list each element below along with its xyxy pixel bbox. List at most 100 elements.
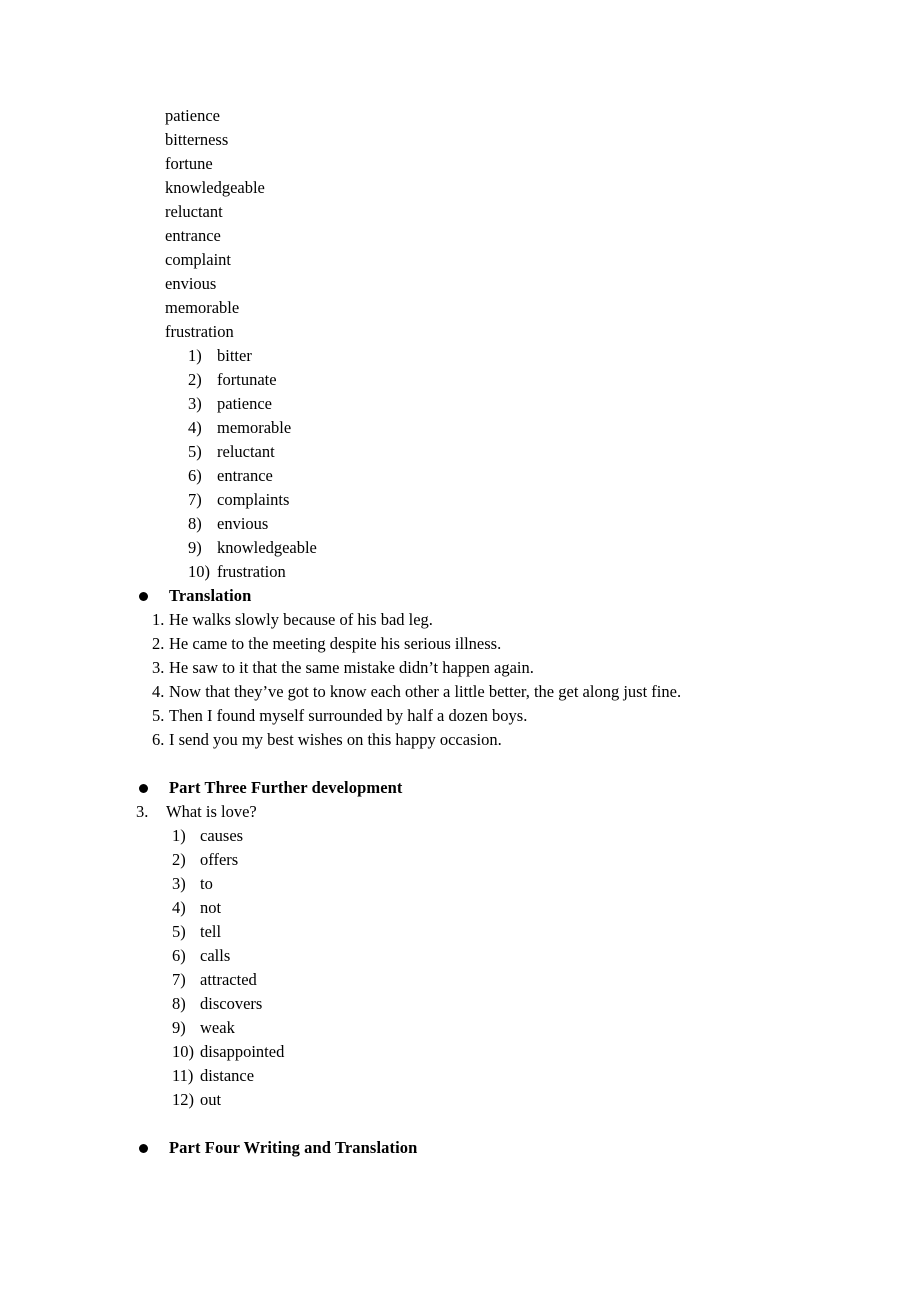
answer-item: 8) envious [0,512,920,536]
answer-marker: 4) [188,418,202,437]
answer-text: reluctant [217,442,275,461]
word-list-text: patience [165,106,220,125]
word-list-item: complaint [0,248,920,272]
translation-item: 4. Now that they’ve got to know each othe… [0,680,920,704]
development-answer-marker: 6) [172,946,186,965]
answer-text: complaints [217,490,290,509]
answer-item: 5) reluctant [0,440,920,464]
word-list-text: entrance [165,226,221,245]
answer-text: envious [217,514,269,533]
development-answer-marker: 2) [172,850,186,869]
development-answer-item: 3) to [0,872,920,896]
translation-text: Now that they’ve got to know each other … [169,682,682,701]
word-list-item: patience [0,104,920,128]
answer-item: 10) frustration [0,560,920,584]
answer-item: 6) entrance [0,464,920,488]
translation-heading-label: Translation [169,586,252,605]
answer-text: frustration [217,562,286,581]
answer-text: fortunate [217,370,277,389]
question-text: What is love? [166,802,257,821]
translation-text: Then I found myself surrounded by half a… [169,706,528,725]
development-answer-marker: 9) [172,1018,186,1037]
answer-item: 4) memorable [0,416,920,440]
answer-marker: 6) [188,466,202,485]
translation-marker: 3. [152,658,165,677]
answer-item: 2) fortunate [0,368,920,392]
development-answer-marker: 8) [172,994,186,1013]
answer-marker: 2) [188,370,202,389]
translation-item: 2. He came to the meeting despite his ser… [0,632,920,656]
development-answer-text: tell [200,922,222,941]
bullet-icon [139,592,148,601]
translation-heading: Translation [0,584,920,608]
bullet-icon [139,1144,148,1153]
development-answer-item: 11) distance [0,1064,920,1088]
translation-item: 6. I send you my best wishes on this happ… [0,728,920,752]
document-body: patience bitterness fortune knowledgeabl… [0,104,920,1160]
answer-marker: 10) [188,562,210,581]
word-list-item: bitterness [0,128,920,152]
development-answer-text: weak [200,1018,235,1037]
word-list-text: envious [165,274,217,293]
part-three-heading-label: Part Three Further development [169,778,403,797]
word-list-item: memorable [0,296,920,320]
development-answer-text: disappointed [200,1042,285,1061]
development-answer-text: out [200,1090,222,1109]
word-list-text: memorable [165,298,240,317]
part-four-heading-label: Part Four Writing and Translation [169,1138,418,1157]
answer-marker: 1) [188,346,202,365]
translation-item: 3. He saw to it that the same mistake did… [0,656,920,680]
answer-item: 9) knowledgeable [0,536,920,560]
word-list-item: entrance [0,224,920,248]
development-answer-item: 2) offers [0,848,920,872]
translation-text: I send you my best wishes on this happy … [169,730,502,749]
development-answer-text: calls [200,946,231,965]
development-answer-item: 6) calls [0,944,920,968]
development-answer-item: 5) tell [0,920,920,944]
development-answer-item: 4) not [0,896,920,920]
answer-text: patience [217,394,272,413]
bullet-icon [139,784,148,793]
development-answer-item: 1) causes [0,824,920,848]
development-answer-marker: 3) [172,874,186,893]
development-answer-item: 10) disappointed [0,1040,920,1064]
word-list-text: fortune [165,154,213,173]
translation-text: He walks slowly because of his bad leg. [169,610,433,629]
development-answer-item: 12) out [0,1088,920,1112]
translation-marker: 4. [152,682,165,701]
answer-marker: 3) [188,394,202,413]
answer-item: 1) bitter [0,344,920,368]
development-answer-marker: 7) [172,970,186,989]
answer-text: memorable [217,418,292,437]
word-list-item: fortune [0,152,920,176]
word-list-item: envious [0,272,920,296]
development-answer-text: not [200,898,222,917]
word-list-item: reluctant [0,200,920,224]
answer-item: 7) complaints [0,488,920,512]
development-answer-item: 7) attracted [0,968,920,992]
word-list-item: knowledgeable [0,176,920,200]
word-list-item: frustration [0,320,920,344]
document-page: patience bitterness fortune knowledgeabl… [0,0,920,1302]
translation-item: 5. Then I found myself surrounded by half… [0,704,920,728]
part-four-heading: Part Four Writing and Translation [0,1136,920,1160]
development-answer-text: to [200,874,213,893]
translation-marker: 1. [152,610,165,629]
answer-text: knowledgeable [217,538,317,557]
question-marker: 3. [136,802,149,821]
part-three-heading: Part Three Further development [0,776,920,800]
development-answer-marker: 5) [172,922,186,941]
development-answer-item: 9) weak [0,1016,920,1040]
answer-marker: 8) [188,514,202,533]
development-answer-marker: 12) [172,1090,194,1109]
development-answer-text: distance [200,1066,255,1085]
translation-marker: 6. [152,730,165,749]
question-item: 3. What is love? [0,800,920,824]
word-list-text: frustration [165,322,234,341]
word-list-text: complaint [165,250,231,269]
development-answer-marker: 1) [172,826,186,845]
translation-item: 1. He walks slowly because of his bad leg… [0,608,920,632]
answer-marker: 9) [188,538,202,557]
development-answer-text: attracted [200,970,257,989]
